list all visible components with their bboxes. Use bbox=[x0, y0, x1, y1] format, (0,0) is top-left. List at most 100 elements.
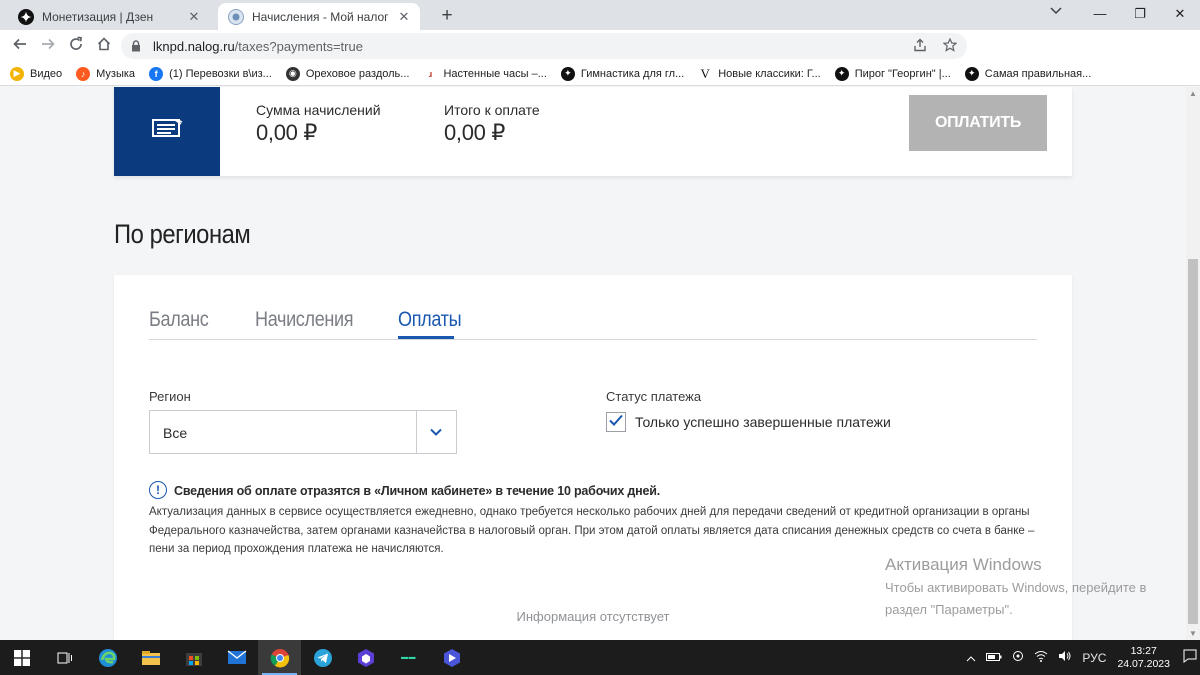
bookmark-label: (1) Перевозки в\из... bbox=[169, 67, 272, 80]
accrued-block: Сумма начислений 0,00 ₽ bbox=[256, 102, 381, 146]
windows-taskbar: ▬▬ РУС 13:27 24.07.2023 bbox=[0, 640, 1200, 675]
summary-brand-block bbox=[114, 87, 220, 176]
app-hexagon-icon[interactable] bbox=[344, 640, 387, 675]
region-label: Регион bbox=[149, 389, 191, 404]
clock-date: 24.07.2023 bbox=[1117, 657, 1170, 670]
bookmark-orekhovoe[interactable]: ◉ Ореховое раздоль... bbox=[285, 66, 410, 81]
active-tab-indicator bbox=[398, 336, 454, 339]
system-tray: РУС 13:27 24.07.2023 bbox=[961, 640, 1200, 675]
info-text: Актуализация данных в сервисе осуществля… bbox=[149, 506, 1035, 555]
battery-icon[interactable] bbox=[986, 651, 1002, 665]
scroll-up-arrow-icon[interactable]: ▲ bbox=[1189, 89, 1197, 98]
camera-icon[interactable] bbox=[1012, 650, 1024, 665]
bookmark-label: Пирог "Георгин" |... bbox=[854, 67, 951, 80]
bookmarks-bar: ▶ Видео ♪ Музыка f (1) Перевозки в\из...… bbox=[0, 62, 1200, 86]
taskbar-clock[interactable]: 13:27 24.07.2023 bbox=[1117, 645, 1170, 671]
summary-card: Сумма начислений 0,00 ₽ Итого к оплате 0… bbox=[114, 87, 1072, 176]
close-tab-icon[interactable]: ✕ bbox=[396, 9, 412, 25]
scroll-down-arrow-icon[interactable]: ▼ bbox=[1189, 629, 1197, 638]
bookmark-star-icon[interactable] bbox=[942, 37, 958, 55]
close-window-button[interactable]: ✕ bbox=[1160, 0, 1200, 30]
checkmark-icon bbox=[608, 413, 624, 432]
minimize-button[interactable]: — bbox=[1080, 0, 1120, 30]
browser-toolbar: lknpd.nalog.ru/taxes?payments=true bbox=[0, 30, 1200, 85]
bookmark-label: Ореховое раздоль... bbox=[305, 67, 410, 80]
app-hexagon-2-icon[interactable] bbox=[430, 640, 473, 675]
bookmark-right[interactable]: ✦ Самая правильная... bbox=[964, 66, 1092, 81]
receipt-icon bbox=[149, 116, 185, 147]
bookmark-facebook[interactable]: f (1) Перевозки в\из... bbox=[149, 66, 272, 81]
successful-only-checkbox[interactable] bbox=[606, 412, 626, 432]
mail-icon[interactable] bbox=[215, 640, 258, 675]
chevron-down-icon[interactable] bbox=[427, 423, 445, 441]
notifications-icon[interactable] bbox=[1180, 649, 1200, 666]
info-title: Сведения об оплате отразятся в «Личном к… bbox=[174, 484, 660, 498]
dzen-icon: ✦ bbox=[834, 66, 849, 81]
file-explorer-icon[interactable] bbox=[129, 640, 172, 675]
bookmark-clocks[interactable]: ɹ Настенные часы –... bbox=[423, 67, 547, 81]
home-icon[interactable] bbox=[90, 36, 118, 57]
task-view-icon[interactable] bbox=[43, 640, 86, 675]
url-path: /taxes?payments=true bbox=[234, 38, 363, 54]
url-host: lknpd.nalog.ru bbox=[153, 38, 235, 54]
tab-balance[interactable]: Баланс bbox=[149, 308, 209, 332]
tab-title: Монетизация | Дзен bbox=[42, 9, 154, 24]
tab-payments[interactable]: Оплаты bbox=[398, 308, 462, 332]
share-icon[interactable] bbox=[913, 38, 927, 55]
nalog-icon bbox=[228, 8, 244, 25]
region-select-value: Все bbox=[163, 425, 188, 441]
site-icon: ◉ bbox=[285, 66, 300, 81]
store-icon[interactable] bbox=[172, 640, 215, 675]
tab-accruals[interactable]: Начисления bbox=[255, 308, 354, 332]
scrollbar-thumb[interactable] bbox=[1188, 259, 1198, 624]
bookmark-label: Настенные часы –... bbox=[443, 67, 547, 80]
wifi-icon[interactable] bbox=[1034, 650, 1048, 665]
tab-search-chevron-icon[interactable] bbox=[1050, 6, 1062, 18]
bookmark-label: Самая правильная... bbox=[984, 67, 1092, 80]
bookmark-label: Новые классики: Г... bbox=[718, 67, 821, 80]
browser-tab-strip: Монетизация | Дзен ✕ Начисления - Мой на… bbox=[0, 0, 1200, 30]
clock-time: 13:27 bbox=[1130, 644, 1157, 657]
select-divider bbox=[416, 411, 417, 453]
app-text-icon[interactable]: ▬▬ bbox=[387, 640, 430, 675]
tray-chevron-up-icon[interactable] bbox=[966, 651, 976, 665]
reload-icon[interactable] bbox=[62, 36, 90, 57]
region-select[interactable]: Все bbox=[149, 410, 457, 454]
facebook-icon: f bbox=[149, 66, 164, 81]
bookmark-gymnastics[interactable]: ✦ Гимнастика для гл... bbox=[560, 66, 684, 81]
info-icon: ! bbox=[149, 481, 167, 499]
dzen-icon: ✦ bbox=[964, 66, 979, 81]
close-tab-icon[interactable]: ✕ bbox=[186, 9, 202, 25]
bookmark-music[interactable]: ♪ Музыка bbox=[76, 66, 136, 81]
bookmark-pie[interactable]: ✦ Пирог "Георгин" |... bbox=[834, 66, 951, 81]
bookmark-label: Музыка bbox=[96, 67, 136, 80]
new-tab-button[interactable]: + bbox=[437, 5, 457, 27]
chrome-taskbar-icon[interactable] bbox=[258, 640, 301, 675]
clock-site-icon: ɹ bbox=[428, 68, 433, 79]
page-content: Сумма начислений 0,00 ₽ Итого к оплате 0… bbox=[0, 87, 1186, 640]
payment-status-label: Статус платежа bbox=[606, 389, 702, 404]
pay-button[interactable]: ОПЛАТИТЬ bbox=[909, 95, 1047, 151]
back-arrow-icon[interactable] bbox=[6, 36, 34, 57]
music-icon: ♪ bbox=[76, 66, 91, 81]
bookmark-video[interactable]: ▶ Видео bbox=[10, 66, 62, 81]
restore-button[interactable]: ❐ bbox=[1120, 0, 1160, 30]
forward-arrow-icon[interactable] bbox=[34, 36, 62, 57]
telegram-icon[interactable] bbox=[301, 640, 344, 675]
browser-tab-nalog[interactable]: Начисления - Мой налог ✕ bbox=[218, 3, 420, 30]
browser-tab-dzen[interactable]: Монетизация | Дзен ✕ bbox=[8, 3, 210, 30]
bookmark-classics[interactable]: V Новые классики: Г... bbox=[698, 66, 821, 81]
successful-only-label[interactable]: Только успешно завершенные платежи bbox=[635, 414, 891, 430]
dzen-icon bbox=[18, 8, 34, 25]
window-controls: — ❐ ✕ bbox=[1080, 0, 1200, 30]
language-indicator[interactable]: РУС bbox=[1082, 651, 1106, 665]
address-bar[interactable]: lknpd.nalog.ru/taxes?payments=true bbox=[121, 33, 967, 59]
volume-icon[interactable] bbox=[1058, 650, 1072, 665]
accrued-value: 0,00 ₽ bbox=[256, 120, 318, 145]
lock-icon[interactable] bbox=[131, 40, 143, 52]
windows-start-icon[interactable] bbox=[0, 640, 43, 675]
page-scrollbar[interactable]: ▲ ▼ bbox=[1186, 87, 1200, 640]
windows-activation-watermark: Активация Windows Чтобы активировать Win… bbox=[885, 555, 1146, 619]
edge-icon[interactable] bbox=[86, 640, 129, 675]
dzen-icon: ✦ bbox=[560, 66, 575, 81]
